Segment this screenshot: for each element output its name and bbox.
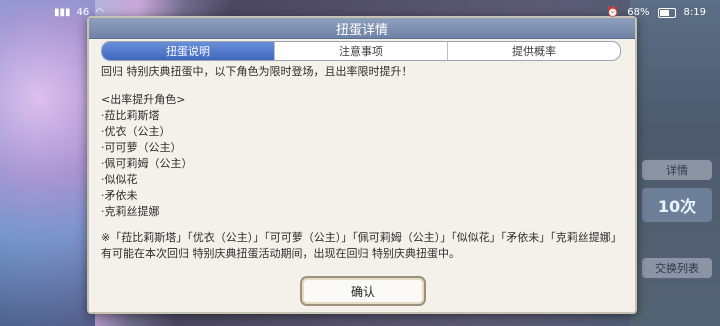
character-item: ·佩可莉姆（公主） — [101, 157, 193, 170]
gacha-detail-dialog: 扭蛋详情 扭蛋说明 注意事项 提供概率 回归 特别庆典扭蛋中，以下角色为限时登场… — [87, 16, 637, 314]
confirm-button[interactable]: 确认 — [300, 276, 426, 306]
character-item: ·似似花 — [101, 173, 138, 186]
note-line-1: ※「菈比莉斯塔」「优衣（公主）」「可可萝（公主）」「佩可莉姆（公主）」「似似花」… — [101, 231, 622, 244]
status-right: ⏰ 68% 8:19 — [607, 7, 706, 18]
note-line-2: 有可能在本次回归 特别庆典扭蛋活动期间，出现在回归 特别庆典扭蛋中。 — [101, 247, 460, 260]
background-art-left — [0, 0, 95, 326]
character-item: ·矛依未 — [101, 189, 138, 202]
dialog-content: 回归 特别庆典扭蛋中，以下角色为限时登场，且出率限时提升！ <出率提升角色> ·… — [101, 64, 622, 264]
tab-gacha-description[interactable]: 扭蛋说明 — [102, 42, 274, 60]
character-item: ·克莉丝提娜 — [101, 205, 160, 218]
status-left: ▮▮▮ 46 ◠ — [54, 7, 104, 18]
battery-percent: 68% — [627, 7, 650, 18]
background-detail-button[interactable]: 详情 — [642, 160, 712, 180]
tab-probability[interactable]: 提供概率 — [447, 42, 620, 60]
wifi-icon: ◠ — [95, 7, 104, 18]
tab-notes[interactable]: 注意事项 — [274, 42, 447, 60]
battery-icon — [657, 7, 676, 18]
character-item: ·菈比莉斯塔 — [101, 109, 160, 122]
background-count-badge: 10次 — [642, 188, 712, 222]
character-item: ·可可萝（公主） — [101, 141, 182, 154]
signal-icon: ▮▮▮ — [54, 7, 71, 18]
section-title: <出率提升角色> — [101, 93, 186, 106]
dialog-tabs: 扭蛋说明 注意事项 提供概率 — [101, 41, 621, 61]
background-panel-right: 详情 10次 交换列表 — [630, 0, 720, 326]
character-item: ·优衣（公主） — [101, 125, 171, 138]
intro-text: 回归 特别庆典扭蛋中，以下角色为限时登场，且出率限时提升！ — [101, 65, 413, 78]
network-label: 46 — [76, 7, 90, 18]
alarm-icon: ⏰ — [606, 7, 620, 18]
background-exchange-button[interactable]: 交换列表 — [642, 258, 712, 278]
clock: 8:19 — [683, 7, 706, 18]
status-bar: ▮▮▮ 46 ◠ ⏰ 68% 8:19 — [0, 0, 720, 26]
